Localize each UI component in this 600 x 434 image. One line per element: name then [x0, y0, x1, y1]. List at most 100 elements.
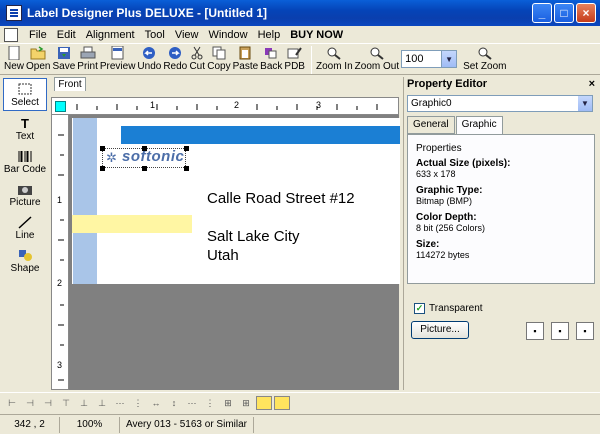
resize-handle-ne[interactable]	[184, 146, 189, 151]
resize-handle-sw[interactable]	[100, 166, 105, 171]
address-line-1[interactable]: Calle Road Street #12	[207, 190, 355, 207]
horizontal-ruler: 1 2 3	[51, 97, 399, 115]
align-right-edge-icon[interactable]: ⊣	[40, 396, 56, 410]
zoom-in-button[interactable]: Zoom In	[316, 44, 353, 72]
chevron-down-icon[interactable]: ▼	[441, 51, 457, 67]
design-canvas[interactable]: ✲ softonic Calle Road Street #12 Salt La…	[69, 115, 400, 390]
ruler-h-label-1: 1	[150, 100, 156, 110]
align-h-center-icon[interactable]: ⊣	[22, 396, 38, 410]
undo-button[interactable]: Undo	[137, 44, 161, 72]
tool-select-label: Select	[11, 97, 39, 108]
printer-icon	[80, 46, 96, 59]
address-line-3[interactable]: Utah	[207, 247, 239, 264]
menu-help[interactable]: Help	[253, 29, 286, 41]
minimize-button[interactable]: _	[532, 3, 552, 23]
label-page[interactable]: ✲ softonic Calle Road Street #12 Salt La…	[72, 118, 400, 284]
align-center-icon[interactable]: ▪	[551, 322, 569, 340]
menu-window[interactable]: Window	[203, 29, 252, 41]
back-button[interactable]: Back	[260, 44, 282, 72]
prop-color-depth-value: 8 bit (256 Colors)	[416, 223, 486, 233]
prop-graphic-type-label: Graphic Type:	[416, 185, 483, 196]
address-line-2[interactable]: Salt Lake City	[207, 228, 300, 245]
zoom-status: 100%	[60, 416, 120, 433]
line-tool-icon	[18, 216, 32, 229]
vertical-blue-stripe[interactable]	[73, 118, 97, 284]
align-top-icon[interactable]: ⊤	[58, 396, 74, 410]
bring-front-icon[interactable]	[256, 396, 272, 410]
ruler-v-label-1: 1	[57, 195, 63, 205]
tool-text-label: Text	[15, 131, 35, 142]
resize-handle-n[interactable]	[142, 146, 147, 151]
zoom-out-button[interactable]: Zoom Out	[355, 44, 399, 72]
same-width-icon[interactable]: ↔	[148, 396, 164, 410]
picture-button[interactable]: Picture...	[411, 321, 469, 339]
align-right-icon[interactable]: ▪	[576, 322, 594, 340]
print-preview-icon	[111, 46, 124, 60]
zoom-value: 100	[405, 53, 424, 65]
distribute-icon[interactable]: ⋯	[184, 396, 200, 410]
save-button[interactable]: Save	[52, 44, 75, 72]
menu-alignment[interactable]: Alignment	[81, 29, 140, 41]
transparent-option[interactable]: ✓ Transparent	[414, 303, 483, 314]
tool-shape[interactable]: Shape	[3, 243, 47, 276]
tool-picture[interactable]: Picture	[3, 177, 47, 210]
align-left-edge-icon[interactable]: ⊢	[4, 396, 20, 410]
resize-handle-nw[interactable]	[100, 146, 105, 151]
open-label: Open	[26, 61, 51, 72]
center-page-h-icon[interactable]: ⊞	[220, 396, 236, 410]
zoom-select[interactable]: 100 ▼	[401, 50, 458, 68]
pdb-button[interactable]: PDB	[284, 44, 305, 72]
transparent-label: Transparent	[429, 303, 483, 314]
zoom-in-icon	[327, 47, 341, 60]
align-left-icon[interactable]: ▪	[526, 322, 544, 340]
redo-button[interactable]: Redo	[163, 44, 187, 72]
close-icon[interactable]: ×	[589, 77, 595, 92]
center-page-v-icon[interactable]: ⊞	[238, 396, 254, 410]
open-button[interactable]: Open	[26, 44, 50, 72]
horizontal-blue-bar[interactable]	[121, 126, 400, 144]
copy-label: Copy	[207, 61, 231, 72]
print-button[interactable]: Print	[77, 44, 98, 72]
alignment-toolbar: ⊢ ⊣ ⊣ ⊤ ⊥ ⊥ ⋯ ⋮ ↔ ↕ ⋯ ⋮ ⊞ ⊞	[0, 392, 600, 413]
paste-button[interactable]: Paste	[233, 44, 258, 72]
menu-tool[interactable]: Tool	[140, 29, 170, 41]
distribute-v-icon[interactable]: ⋮	[202, 396, 218, 410]
menu-buy-now[interactable]: BUY NOW	[285, 29, 348, 41]
tool-select[interactable]: Select	[3, 78, 47, 111]
tool-line[interactable]: Line	[3, 210, 47, 243]
tab-front[interactable]: Front	[54, 77, 86, 91]
set-zoom-label: Set Zoom	[463, 61, 507, 72]
prop-actual-size-value: 633 x 178	[416, 169, 456, 179]
align-bottom-icon[interactable]: ⊥	[94, 396, 110, 410]
space-h-icon[interactable]: ⋯	[112, 396, 128, 410]
print-label: Print	[77, 61, 98, 72]
new-button[interactable]: New	[4, 44, 24, 72]
chevron-down-icon[interactable]: ▼	[578, 96, 592, 111]
resize-handle-s[interactable]	[142, 166, 147, 171]
menu-file[interactable]: File	[24, 29, 52, 41]
tab-general[interactable]: General	[407, 116, 455, 134]
tool-text[interactable]: T Text	[3, 111, 47, 144]
object-select[interactable]: Graphic0 ▼	[407, 95, 593, 112]
property-editor-title: Property Editor	[407, 78, 488, 90]
resize-handle-se[interactable]	[184, 166, 189, 171]
tab-graphic[interactable]: Graphic	[455, 116, 503, 134]
preview-button[interactable]: Preview	[100, 44, 135, 72]
menu-edit[interactable]: Edit	[52, 29, 81, 41]
space-v-icon[interactable]: ⋮	[130, 396, 146, 410]
maximize-button[interactable]: □	[554, 3, 574, 23]
tool-picture-label: Picture	[9, 197, 41, 208]
tool-barcode[interactable]: Bar Code	[3, 144, 47, 177]
transparent-checkbox[interactable]: ✓	[414, 303, 425, 314]
ruler-h-label-3: 3	[316, 100, 322, 110]
copy-button[interactable]: Copy	[207, 44, 231, 72]
menu-view[interactable]: View	[170, 29, 204, 41]
same-height-icon[interactable]: ↕	[166, 396, 182, 410]
close-button[interactable]: ×	[576, 3, 596, 23]
set-zoom-button[interactable]: Set Zoom	[463, 44, 506, 72]
send-back-icon[interactable]	[274, 396, 290, 410]
cut-button[interactable]: Cut	[189, 44, 205, 72]
select-marquee-icon	[18, 83, 32, 95]
horizontal-yellow-bar[interactable]	[72, 215, 192, 233]
align-v-center-icon[interactable]: ⊥	[76, 396, 92, 410]
